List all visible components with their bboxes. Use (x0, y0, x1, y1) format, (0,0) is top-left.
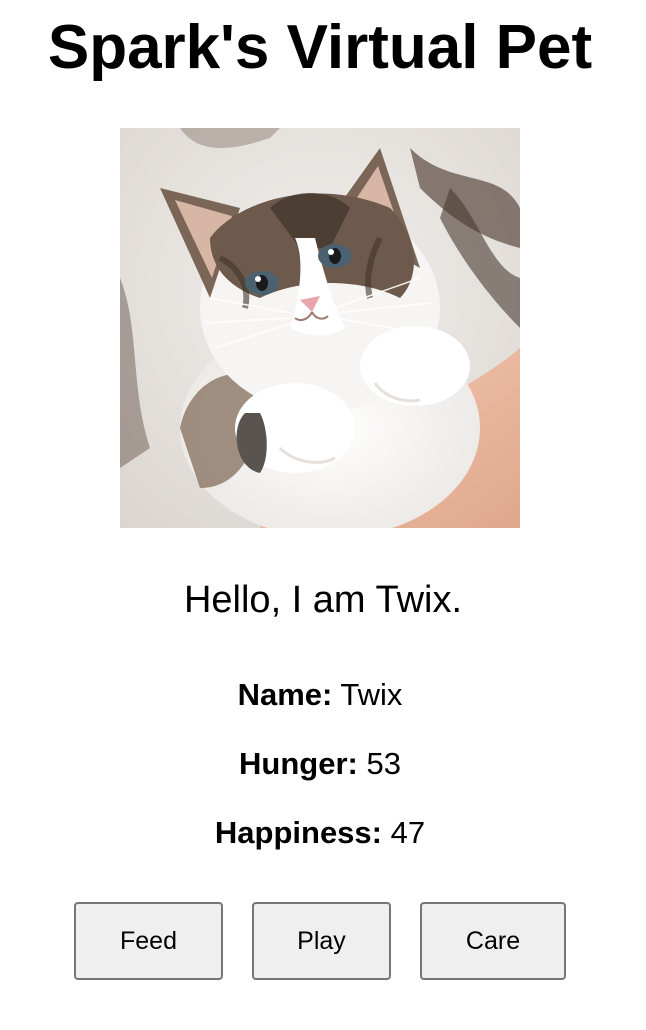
stat-hunger-value: 53 (366, 746, 401, 781)
stat-happiness-row: Happiness: 47 (0, 814, 640, 852)
stat-happiness-value: 47 (390, 815, 426, 850)
stat-hunger-row: Hunger: 53 (0, 745, 640, 783)
stat-name-row: Name: Twix (0, 676, 640, 714)
stat-name-value: Twix (340, 677, 403, 712)
pet-image (120, 128, 520, 528)
feed-button[interactable]: Feed (74, 902, 223, 980)
page-title: Spark's Virtual Pet (47, 13, 593, 82)
stat-name-label: Name: (237, 677, 333, 712)
stat-happiness-label: Happiness: (214, 815, 382, 850)
care-button[interactable]: Care (420, 902, 566, 980)
kitten-photo-illustration (120, 128, 520, 528)
pet-greeting: Hello, I am Twix. (183, 579, 463, 621)
play-button[interactable]: Play (252, 902, 391, 980)
stat-hunger-label: Hunger: (239, 746, 358, 781)
